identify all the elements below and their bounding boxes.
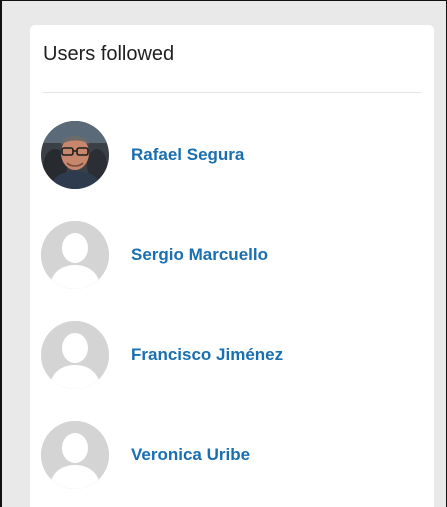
card-title: Users followed	[43, 43, 175, 65]
user-photo-icon	[41, 121, 109, 189]
title-divider	[43, 92, 421, 93]
user-avatar-photo[interactable]	[41, 121, 109, 189]
users-followed-card: Users followed Rafael Segura Sergio Marc…	[30, 25, 434, 507]
followed-user-item[interactable]: Sergio Marcuello	[41, 221, 421, 289]
followed-user-item[interactable]: Francisco Jiménez	[41, 321, 421, 389]
default-avatar-icon[interactable]	[41, 321, 109, 389]
user-name-link[interactable]: Francisco Jiménez	[131, 345, 283, 365]
followed-user-item[interactable]: Veronica Uribe	[41, 421, 421, 489]
default-avatar-icon[interactable]	[41, 221, 109, 289]
screenshot-frame: Users followed Rafael Segura Sergio Marc…	[0, 0, 447, 507]
user-name-link[interactable]: Veronica Uribe	[131, 445, 250, 465]
default-avatar-icon[interactable]	[41, 421, 109, 489]
followed-user-item[interactable]: Rafael Segura	[41, 121, 421, 189]
user-name-link[interactable]: Rafael Segura	[131, 145, 244, 165]
user-name-link[interactable]: Sergio Marcuello	[131, 245, 268, 265]
